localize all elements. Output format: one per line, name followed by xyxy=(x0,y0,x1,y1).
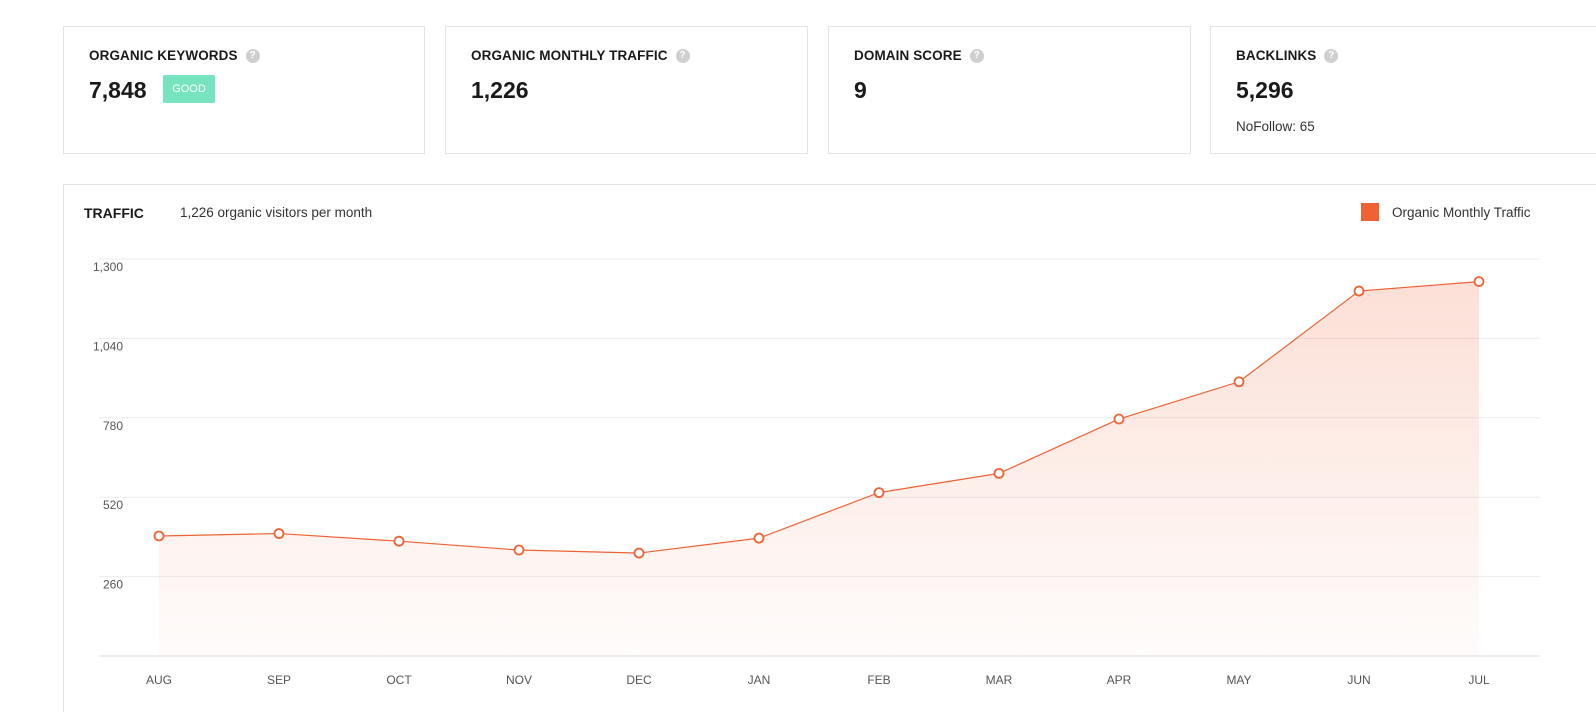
y-tick-label: 520 xyxy=(103,498,123,512)
data-point[interactable] xyxy=(753,532,765,544)
data-point[interactable] xyxy=(153,530,165,542)
x-tick-label: DEC xyxy=(626,673,652,687)
y-tick-label: 260 xyxy=(103,578,123,592)
data-point[interactable] xyxy=(1473,276,1485,287)
y-tick-label: 1,040 xyxy=(93,339,123,353)
data-point[interactable] xyxy=(393,535,405,547)
traffic-chart: 260 520 780 1,040 1,300 AUG SEP OCT NOV DEC JAN FE… xyxy=(93,258,1540,687)
y-tick-label: 780 xyxy=(103,419,123,433)
x-tick-label: AUG xyxy=(146,673,172,687)
x-tick-label: JUL xyxy=(1468,673,1490,687)
x-tick-label: APR xyxy=(1107,673,1132,687)
data-point[interactable] xyxy=(1233,376,1245,388)
data-point[interactable] xyxy=(1353,285,1365,297)
traffic-area xyxy=(159,281,1479,656)
x-tick-label: JAN xyxy=(748,673,771,687)
x-tick-label: OCT xyxy=(386,673,412,687)
data-point[interactable] xyxy=(1113,413,1125,425)
x-tick-label: FEB xyxy=(867,673,890,687)
y-tick-label: 1,300 xyxy=(93,260,123,274)
data-point[interactable] xyxy=(993,467,1005,479)
x-tick-label: MAR xyxy=(986,673,1013,687)
x-tick-label: SEP xyxy=(267,673,291,687)
data-point[interactable] xyxy=(633,547,645,559)
x-tick-label: MAY xyxy=(1226,673,1251,687)
data-point[interactable] xyxy=(873,487,885,499)
x-tick-label: JUN xyxy=(1347,673,1370,687)
x-tick-label: NOV xyxy=(506,673,532,687)
data-point[interactable] xyxy=(273,528,285,539)
data-point[interactable] xyxy=(513,544,525,556)
